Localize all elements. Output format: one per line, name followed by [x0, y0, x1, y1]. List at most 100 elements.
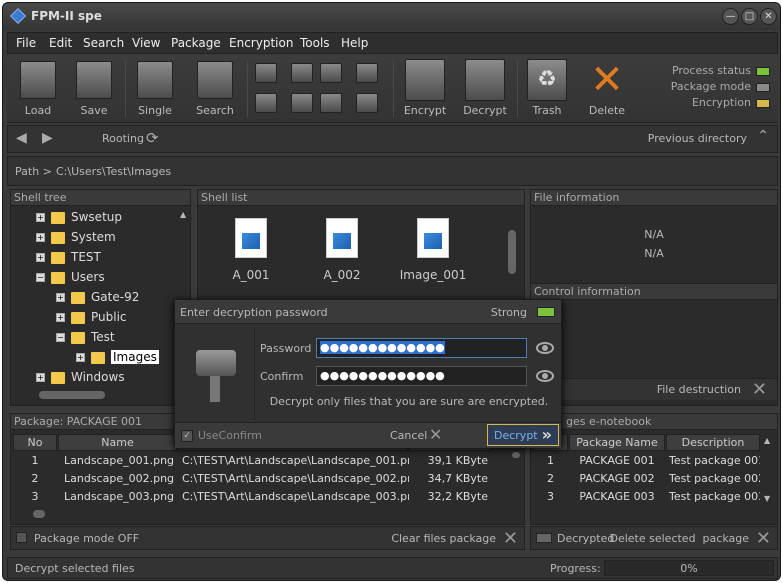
password-input[interactable]: ●●●●●●●●●●●●● [316, 338, 527, 358]
decrypt-button[interactable]: Decrypt [460, 59, 510, 119]
expand-icon[interactable]: + [76, 353, 85, 362]
refresh-icon[interactable]: ⟳ [146, 129, 159, 147]
shell-list-scrollbar[interactable] [506, 208, 518, 298]
tree-item-test-user[interactable]: − Test [56, 330, 115, 344]
tree-hscrollbar[interactable] [19, 389, 179, 401]
expand-icon[interactable]: + [56, 313, 65, 322]
tree-item-test[interactable]: + TEST [36, 250, 101, 264]
path-value[interactable]: C:\Users\Test\Images [56, 165, 171, 178]
single-button[interactable]: Single [130, 59, 180, 119]
clear-files-label[interactable]: Clear files package [391, 532, 496, 545]
scroll-up-icon[interactable]: ▲ [764, 436, 770, 445]
drive-icon[interactable] [356, 93, 378, 113]
copy-icon[interactable] [255, 63, 277, 83]
folder-icon [51, 271, 65, 284]
previous-directory-label[interactable]: Previous directory [648, 132, 747, 145]
file-destruction-label[interactable]: File destruction [657, 383, 741, 396]
image-file-icon[interactable] [417, 218, 449, 258]
tree-item-swsetup[interactable]: + Swsetup [36, 210, 122, 224]
file-label-a002[interactable]: A_002 [311, 268, 373, 282]
menu-search[interactable]: Search [83, 36, 124, 50]
tree-hscroll-thumb[interactable] [39, 391, 105, 399]
file-label-image001[interactable]: Image_001 [392, 268, 474, 282]
decrypt-confirm-button[interactable]: Decrypt » [487, 424, 559, 446]
show-password-icon[interactable] [536, 342, 554, 354]
menu-help[interactable]: Help [341, 36, 368, 50]
menu-encryption[interactable]: Encryption [229, 36, 293, 50]
expand-icon[interactable]: + [56, 293, 65, 302]
tree-item-users[interactable]: − Users [36, 270, 105, 284]
show-confirm-icon[interactable] [536, 370, 554, 382]
table-cell[interactable]: PACKAGE 002 [569, 470, 665, 488]
shell-list-scroll-thumb[interactable] [508, 230, 516, 274]
folder-icon [71, 291, 85, 304]
tree-item-images[interactable]: + Images [76, 350, 159, 364]
menu-package[interactable]: Package [171, 36, 221, 50]
column-name[interactable]: Name [58, 434, 177, 451]
encrypt-button[interactable]: Encrypt [400, 59, 450, 119]
forward-arrow-icon[interactable]: ▶ [42, 130, 53, 146]
cancel-icon[interactable]: ✕ [429, 425, 442, 444]
column-no[interactable]: No [13, 434, 57, 451]
tree-item-windows[interactable]: + Windows [36, 370, 125, 384]
clear-files-icon[interactable]: ✕ [503, 528, 518, 549]
table-cell[interactable]: PACKAGE 003 [569, 488, 665, 506]
toolbar-separator [247, 61, 248, 117]
move-icon[interactable] [291, 93, 313, 113]
add-file-icon[interactable] [255, 93, 277, 113]
image-file-icon[interactable] [235, 218, 267, 258]
print-icon[interactable] [320, 63, 342, 83]
expand-icon[interactable]: + [36, 213, 45, 222]
close-button[interactable]: ✕ [760, 8, 777, 25]
scroll-down-icon[interactable]: ▼ [764, 494, 770, 503]
collapse-icon[interactable]: − [56, 333, 65, 342]
table-cell[interactable]: Landscape_002.png [61, 470, 177, 488]
tree-item-gate-92[interactable]: + Gate-92 [56, 290, 139, 304]
column-package-name[interactable]: Package Name [569, 434, 665, 451]
collapse-icon[interactable]: − [36, 273, 45, 282]
cancel-button[interactable]: Cancel [390, 429, 427, 442]
back-arrow-icon[interactable]: ◀ [16, 130, 27, 146]
column-description[interactable]: Description [666, 434, 760, 451]
delete-button[interactable]: ✕ Delete [582, 59, 632, 119]
file-destruction-icon[interactable]: ✕ [752, 379, 767, 400]
save-icon [76, 61, 112, 99]
package-vscroll-thumb[interactable] [512, 452, 520, 458]
menu-file[interactable]: File [16, 36, 36, 50]
load-button[interactable]: Load [13, 59, 63, 119]
image-file-icon[interactable] [326, 218, 358, 258]
expand-icon[interactable]: + [36, 233, 45, 242]
minimize-button[interactable]: — [722, 8, 739, 25]
table-cell[interactable]: Landscape_001.png [61, 452, 177, 470]
delete-selected-icon[interactable]: ✕ [756, 528, 771, 549]
maximize-button[interactable]: □ [741, 8, 758, 25]
folder-icon [91, 351, 105, 364]
package-hscroll-thumb[interactable] [33, 510, 45, 518]
table-cell[interactable]: Landscape_003.png [61, 488, 177, 506]
scroll-up-icon[interactable]: ▲ [180, 210, 186, 219]
confirm-input[interactable]: ●●●●●●●●●●●●● [316, 366, 527, 386]
expand-icon[interactable]: + [36, 373, 45, 382]
trash-button[interactable]: ♻ Trash [522, 59, 572, 119]
use-confirm-checkbox[interactable]: ✓ [181, 430, 193, 442]
menu-edit[interactable]: Edit [49, 36, 72, 50]
table-cell: Test package 001 [669, 454, 760, 467]
tree-item-public[interactable]: + Public [56, 310, 127, 324]
up-chevron-icon[interactable]: ⌃ [757, 128, 769, 144]
folder-tree-icon[interactable] [291, 63, 313, 83]
file-label-a001[interactable]: A_001 [220, 268, 282, 282]
delete-selected-label[interactable]: Delete selected package [609, 532, 749, 545]
expand-icon[interactable]: + [36, 253, 45, 262]
package-mode-checkbox[interactable] [16, 532, 27, 543]
save-button[interactable]: Save [69, 59, 119, 119]
package-vscrollbar[interactable] [510, 452, 522, 506]
list-icon[interactable] [320, 93, 342, 113]
table-cell[interactable]: PACKAGE 001 [569, 452, 665, 470]
rooting-label[interactable]: Rooting [102, 132, 144, 145]
menu-view[interactable]: View [132, 36, 160, 50]
search-button[interactable]: Search [190, 59, 240, 119]
package-hscrollbar[interactable] [15, 508, 505, 520]
checklist-icon[interactable] [356, 63, 378, 83]
menu-tools[interactable]: Tools [300, 36, 330, 50]
tree-item-system[interactable]: + System [36, 230, 116, 244]
